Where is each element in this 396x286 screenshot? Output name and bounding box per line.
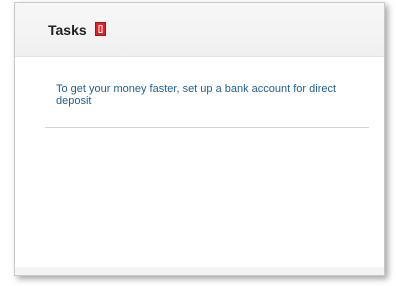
screenshot-stage: Tasks To get your money faster, set up a… [0,0,396,286]
panel-footer [15,267,384,275]
divider [45,127,369,128]
red-alert-badge-icon [95,22,106,36]
tasks-panel-header: Tasks [15,3,384,57]
tasks-title: Tasks [48,22,87,38]
direct-deposit-link[interactable]: To get your money faster, set up a bank … [56,83,356,107]
tasks-panel: Tasks To get your money faster, set up a… [14,2,385,276]
